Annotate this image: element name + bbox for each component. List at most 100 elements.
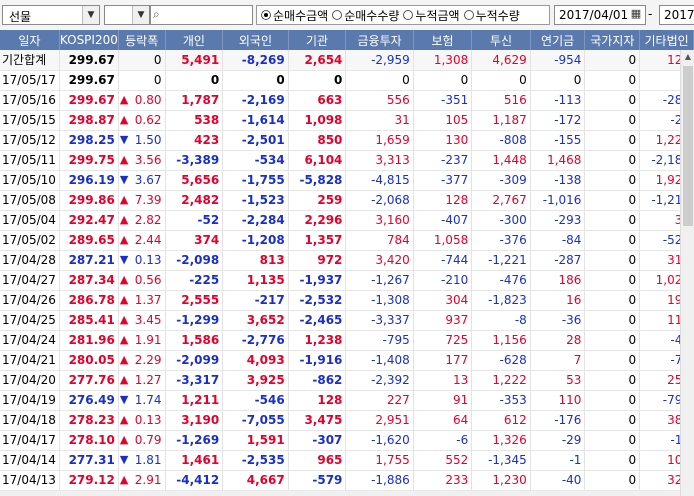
chevron-down-icon[interactable]: ▼: [82, 6, 99, 24]
date-separator: -: [648, 7, 653, 21]
column-header[interactable]: 기타법인: [639, 30, 694, 50]
table-cell: -1,269: [165, 430, 224, 451]
table-cell: 304: [413, 290, 473, 311]
table-cell: 0: [584, 170, 641, 191]
table-cell: -628: [471, 350, 531, 371]
radio-option[interactable]: 누적금액: [403, 7, 460, 24]
table-cell: 299.67: [59, 70, 119, 91]
radio-option[interactable]: 누적수량: [463, 7, 520, 24]
table-row[interactable]: 17/04/20 277.76 ▲ 1.27 -3,317 3,925 -862 -2,392…: [0, 370, 694, 391]
column-header[interactable]: 개인: [165, 30, 224, 50]
scroll-up-icon[interactable]: ▲: [681, 50, 694, 64]
secondary-combo[interactable]: ▼: [104, 5, 150, 25]
table-row[interactable]: 17/05/08 299.86 ▲ 7.39 2,482 -1,523 259 -2,068 1…: [0, 190, 694, 211]
table-cell: -377: [413, 170, 473, 191]
table-row[interactable]: 17/05/11 299.75 ▲ 3.56 -3,389 -534 6,104 3,313-…: [0, 150, 694, 171]
radio-label: 순매수수량: [344, 8, 400, 23]
table-cell: -795: [345, 330, 414, 351]
table-row[interactable]: 17/05/04 292.47 ▲ 2.82 -52 -2,284 2,296 3,160 -4…: [0, 210, 694, 231]
column-header[interactable]: 국가지자: [584, 30, 641, 50]
table-row[interactable]: 17/05/16 299.67 ▲ 0.80 1,787 -2,169 663 556 -351…: [0, 90, 694, 111]
table-cell: 1,468: [530, 150, 586, 171]
radio-selected-icon[interactable]: [261, 10, 271, 20]
table-cell: 556: [345, 90, 414, 111]
value-type-radio-group: 순매수금액 순매수수량 누적금액 누적수량: [256, 5, 550, 25]
change-value: 0.13: [134, 413, 162, 427]
table-row[interactable]: 17/05/12 298.25 ▼ 1.50 423 -2,501 850 1,659 130-…: [0, 130, 694, 151]
table-row[interactable]: 17/05/10 296.19 ▼ 3.67 5,656 -1,755 -5,828 -4,8…: [0, 170, 694, 191]
radio-unselected-icon[interactable]: [332, 10, 343, 20]
table-cell: -3,337: [345, 310, 414, 331]
table-cell: 5,656: [165, 170, 224, 191]
table-row[interactable]: 17/04/18 278.23 ▲ 0.13 3,190 -7,055 3,475 2,951…: [0, 410, 694, 431]
change-value: 1.37: [134, 293, 162, 307]
column-header[interactable]: 기관: [288, 30, 347, 50]
table-cell: -8,269: [222, 50, 289, 71]
table-row[interactable]: 17/04/24 281.96 ▲ 1.91 1,586 -2,776 1,238 -795 7…: [0, 330, 694, 351]
table-row[interactable]: 17/05/15 298.87 ▲ 0.62 538 -1,614 1,098 31 105 1,…: [0, 110, 694, 131]
arrow-up-icon: ▲: [119, 93, 129, 106]
table-row[interactable]: 17/04/19 276.49 ▼ 1.74 1,211 -546 128 227 91 -353…: [0, 390, 694, 411]
column-header[interactable]: 일자: [0, 30, 60, 50]
table-cell: 0: [584, 470, 641, 491]
search-input[interactable]: ⌕: [150, 5, 253, 25]
table-row[interactable]: 17/05/02 289.65 ▲ 2.44 374 -1,208 1,357 784 1,05…: [0, 230, 694, 251]
table-cell: -1,308: [345, 290, 414, 311]
table-row[interactable]: 17/04/25 285.41 ▲ 3.45 -1,299 3,652 -2,465 -3,3…: [0, 310, 694, 331]
table-cell: -2,535: [222, 450, 289, 471]
column-header[interactable]: 금융투자: [345, 30, 414, 50]
table-cell: 17/04/28: [0, 250, 60, 271]
table-cell: 128: [288, 390, 347, 411]
table-cell: 0: [584, 70, 641, 91]
table-row[interactable]: 17/04/14 277.31 ▼ 1.81 1,461 -2,535 965 1,755 55…: [0, 450, 694, 471]
scroll-thumb[interactable]: [683, 66, 693, 226]
table-cell: -476: [471, 270, 531, 291]
table-row[interactable]: 17/04/13 279.12 ▲ 2.91 -4,412 4,667 -579 -1,886…: [0, 470, 694, 491]
table-cell: -1,886: [345, 470, 414, 491]
table-cell: 13: [413, 370, 473, 391]
radio-unselected-icon[interactable]: [463, 10, 474, 20]
vertical-scrollbar[interactable]: ▲: [680, 50, 694, 496]
table-cell: 280.05: [59, 350, 119, 371]
radio-option[interactable]: 순매수수량: [332, 7, 399, 24]
change-cell: ▲ 0.56: [118, 270, 166, 291]
end-date-field[interactable]: 2017/: [659, 5, 694, 25]
radio-option[interactable]: 순매수금액: [261, 7, 328, 24]
table-cell: 0: [584, 310, 641, 331]
search-icon[interactable]: ⌕: [153, 7, 160, 22]
table-cell: -29: [530, 430, 586, 451]
table-row[interactable]: 17/05/17299.670000000000: [0, 70, 694, 91]
table-cell: 2,951: [345, 410, 414, 431]
table-cell: 4,093: [222, 350, 289, 371]
column-header[interactable]: 연기금: [530, 30, 586, 50]
end-date-value: 2017/: [664, 8, 694, 22]
table-cell: 3,475: [288, 410, 347, 431]
table-row[interactable]: 17/04/26 286.78 ▲ 1.37 2,555 -217 -2,532 -1,308…: [0, 290, 694, 311]
table-row[interactable]: 17/04/17 278.10 ▲ 0.79 -1,269 1,591 -307 -1,620…: [0, 430, 694, 451]
summary-row: 기간합계 299.67 0 5,491 -8,269 2,654 -2,959 1,308 4,…: [0, 50, 694, 71]
radio-unselected-icon[interactable]: [403, 10, 414, 20]
table-row[interactable]: 17/04/21 280.05 ▲ 2.29 -2,099 4,093 -1,916 -1,4…: [0, 350, 694, 371]
change-value: 3.67: [134, 173, 162, 187]
table-cell: 813: [222, 250, 289, 271]
table-cell: -1,016: [530, 190, 586, 211]
column-header[interactable]: 보험: [413, 30, 473, 50]
table-cell: 0: [584, 130, 641, 151]
column-header[interactable]: 투신: [471, 30, 531, 50]
chevron-down-icon[interactable]: ▼: [132, 6, 149, 24]
table-cell: 374: [165, 230, 224, 251]
table-cell: 17/05/11: [0, 150, 60, 171]
calendar-icon[interactable]: ▦: [628, 7, 644, 23]
arrow-up-icon: ▲: [119, 313, 129, 326]
table-row[interactable]: 17/04/27 287.34 ▲ 0.56 -225 1,135 -1,937 -1,267…: [0, 270, 694, 291]
product-combo[interactable]: 선물 ▼: [2, 5, 100, 25]
table-cell: 0: [584, 410, 641, 431]
change-value: 2.44: [134, 233, 162, 247]
column-header[interactable]: KOSPI200: [59, 30, 119, 50]
table-cell: 0: [584, 290, 641, 311]
table-row[interactable]: 17/04/28 287.21 ▼ 0.13 -2,098 813 972 3,420 -744…: [0, 250, 694, 271]
column-header[interactable]: 등락폭: [118, 30, 166, 50]
column-header[interactable]: 외국인: [222, 30, 289, 50]
table-cell: 3,652: [222, 310, 289, 331]
start-date-field[interactable]: 2017/04/01 ▦: [554, 5, 646, 25]
